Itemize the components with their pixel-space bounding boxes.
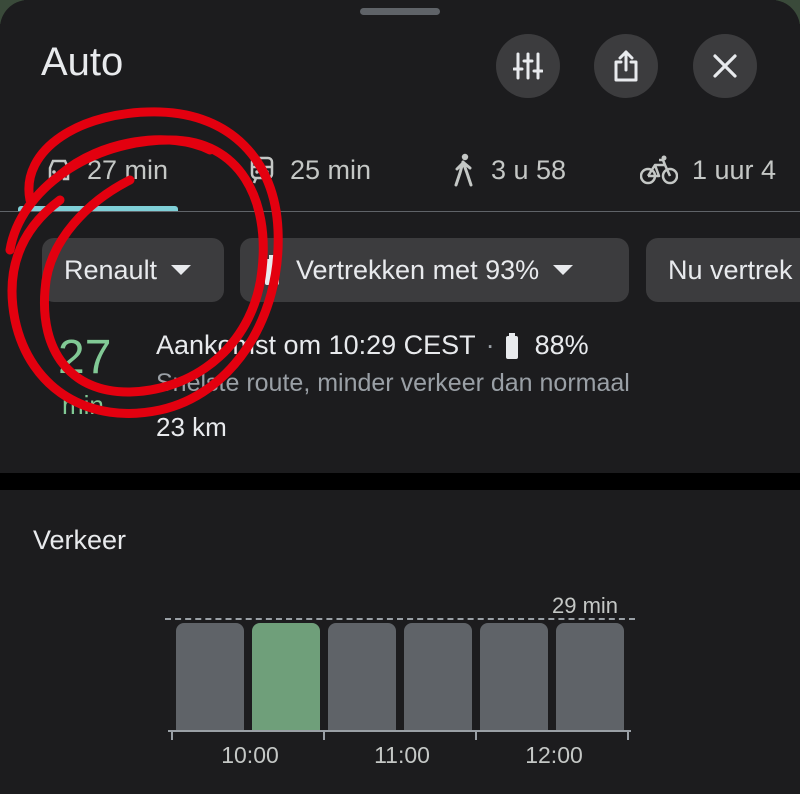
red-circle-annotation <box>5 107 283 418</box>
